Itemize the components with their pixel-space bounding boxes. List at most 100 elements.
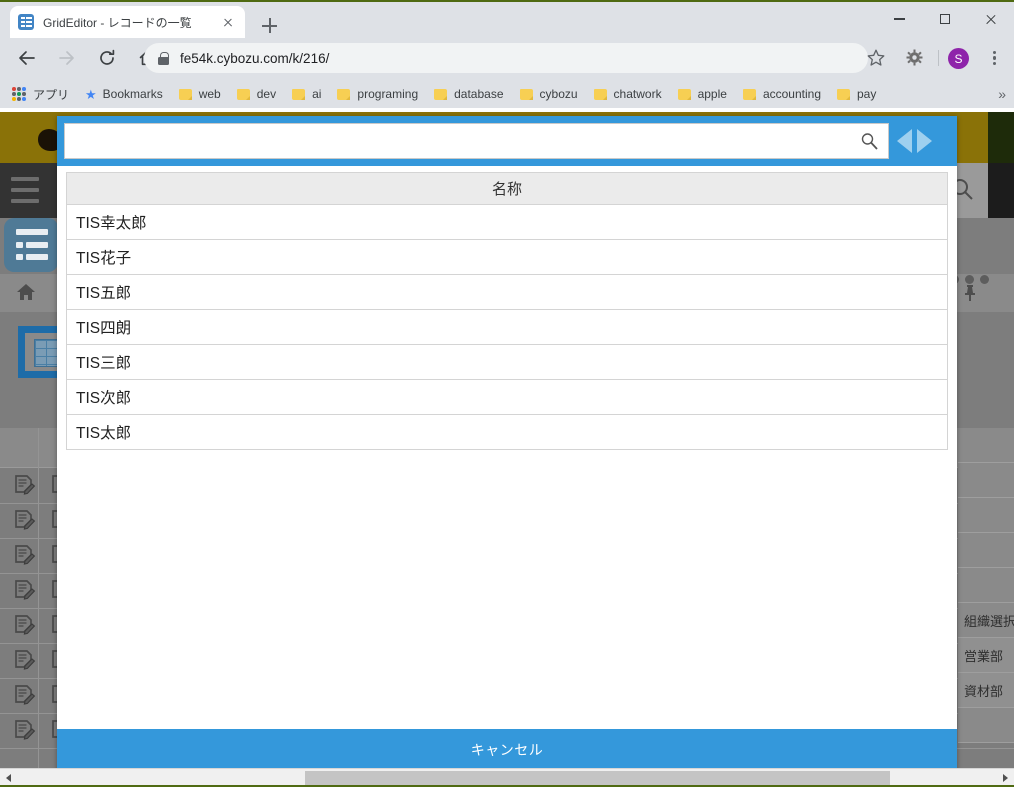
search-magnifier-icon[interactable] xyxy=(860,132,879,151)
cancel-button-label: キャンセル xyxy=(470,742,544,758)
avatar[interactable]: S xyxy=(948,48,969,69)
dialog-pager xyxy=(897,128,955,154)
folder-icon xyxy=(337,88,351,100)
pin-icon[interactable] xyxy=(962,284,978,302)
organization-cell[interactable]: 営業部 xyxy=(958,638,1014,673)
folder-icon xyxy=(292,88,306,100)
search-input-wrapper[interactable] xyxy=(64,123,889,159)
bookmark-item[interactable]: apple xyxy=(677,87,727,101)
edit-record-icon[interactable] xyxy=(12,684,36,708)
reload-icon[interactable] xyxy=(91,42,123,74)
record-list-item[interactable]: TIS幸太郎 xyxy=(66,205,948,240)
search-input[interactable] xyxy=(65,124,860,158)
tab-close-icon[interactable] xyxy=(219,13,237,31)
bookmark-label: programing xyxy=(357,87,419,101)
new-tab-button[interactable] xyxy=(256,14,284,38)
maximize-button[interactable] xyxy=(922,2,968,36)
tab-title: GridEditor - レコードの一覧 xyxy=(43,15,192,30)
bookmark-item[interactable]: database xyxy=(434,87,504,101)
record-list-item-label: TIS太郎 xyxy=(76,425,132,442)
header-right-block xyxy=(988,112,1014,163)
star-icon[interactable] xyxy=(866,48,886,68)
organization-cell-label: 資材部 xyxy=(964,683,1004,699)
record-list-item[interactable]: TIS五郎 xyxy=(66,275,948,310)
record-list-item[interactable]: TIS花子 xyxy=(66,240,948,275)
edit-record-icon[interactable] xyxy=(12,649,36,673)
bookmark-label: Bookmarks xyxy=(102,87,163,101)
kintone-app-icon[interactable] xyxy=(4,218,58,272)
bookmark-label: dev xyxy=(256,87,277,101)
bookmark-item[interactable]: accounting xyxy=(742,87,821,101)
edit-record-icon[interactable] xyxy=(12,544,36,568)
bookmark-label: ai xyxy=(312,87,322,101)
record-list-item-label: TIS幸太郎 xyxy=(76,215,147,232)
record-picker-dialog: 名称 TIS幸太郎 TIS花子 TIS五郎 TIS四朗 TIS三郎 TIS次郎 TIS太郎 … xyxy=(57,116,957,771)
bookmark-label: cybozu xyxy=(539,87,578,101)
folder-icon xyxy=(434,88,448,100)
organization-column-header: 組織選択 xyxy=(958,603,1014,638)
kebab-menu-icon[interactable] xyxy=(984,48,1004,68)
record-list-item-label: TIS三郎 xyxy=(76,355,132,372)
bookmark-item[interactable]: ★ Bookmarks xyxy=(85,87,163,101)
bookmark-label: web xyxy=(198,87,221,101)
avatar-initial: S xyxy=(954,51,963,66)
bookmarks-overflow-icon[interactable]: » xyxy=(998,86,1006,102)
apps-shortcut-label: アプリ xyxy=(33,87,70,102)
toolbar-divider xyxy=(938,50,939,66)
horizontal-scroll-thumb[interactable] xyxy=(305,771,890,786)
folder-icon xyxy=(236,88,250,100)
home-icon[interactable] xyxy=(16,283,36,301)
header-dark-block xyxy=(988,163,1014,218)
folder-icon xyxy=(178,88,192,100)
organization-column: 組織選択 営業部 資材部 xyxy=(958,428,1014,787)
back-arrow-icon[interactable] xyxy=(11,42,43,74)
edit-record-icon[interactable] xyxy=(12,719,36,743)
record-list-header: 名称 xyxy=(66,172,948,205)
record-list-item[interactable]: TIS太郎 xyxy=(66,415,948,450)
minimize-button[interactable] xyxy=(876,2,922,36)
apps-grid-icon xyxy=(12,87,26,101)
record-list: 名称 TIS幸太郎 TIS花子 TIS五郎 TIS四朗 TIS三郎 TIS次郎 TIS太郎 xyxy=(66,172,948,507)
prev-triangle-icon[interactable] xyxy=(897,129,912,153)
gear-icon[interactable] xyxy=(906,49,923,66)
organization-cell-label: 営業部 xyxy=(964,648,1004,664)
cancel-button[interactable]: キャンセル xyxy=(57,729,957,771)
browser-window: 組織選択 営業部 資材部 名称 TIS幸太郎 TIS花子 TIS五郎 TIS四朗… xyxy=(0,0,1014,787)
forward-arrow-icon[interactable] xyxy=(51,42,83,74)
bookmark-item[interactable]: ai xyxy=(292,87,321,101)
bookmark-label: pay xyxy=(857,87,877,101)
apps-shortcut[interactable]: アプリ xyxy=(12,86,69,103)
bookmarks-bar: アプリ ★ Bookmarks web dev ai programing database… xyxy=(0,80,1014,108)
bookmark-item[interactable]: web xyxy=(178,87,221,101)
lock-icon xyxy=(158,51,169,65)
bookmark-label: database xyxy=(454,87,504,101)
browser-tab[interactable]: GridEditor - レコードの一覧 xyxy=(10,6,245,38)
dialog-search-bar xyxy=(57,116,957,166)
record-list-item[interactable]: TIS次郎 xyxy=(66,380,948,415)
bookmark-label: chatwork xyxy=(613,87,662,101)
browser-toolbar: fe54k.cybozu.com/k/216/ S xyxy=(0,36,1014,80)
organization-header-label: 組織選択 xyxy=(964,613,1014,629)
record-list-item[interactable]: TIS四朗 xyxy=(66,310,948,345)
bookmark-item[interactable]: dev xyxy=(236,87,277,101)
record-list-item-label: TIS四朗 xyxy=(76,320,132,337)
organization-cell[interactable]: 資材部 xyxy=(958,673,1014,708)
edit-record-icon[interactable] xyxy=(12,614,36,638)
address-bar[interactable]: fe54k.cybozu.com/k/216/ xyxy=(144,43,868,73)
bookmark-item[interactable]: programing xyxy=(337,87,418,101)
edit-record-icon[interactable] xyxy=(12,579,36,603)
bookmark-item[interactable]: cybozu xyxy=(519,87,578,101)
bookmark-item[interactable]: chatwork xyxy=(593,87,662,101)
record-list-item-label: TIS五郎 xyxy=(76,285,132,302)
folder-icon xyxy=(593,88,607,100)
record-list-item[interactable]: TIS三郎 xyxy=(66,345,948,380)
edit-record-icon[interactable] xyxy=(12,474,36,498)
record-list-header-label: 名称 xyxy=(491,181,522,198)
next-triangle-icon[interactable] xyxy=(917,129,932,153)
browser-chrome: GridEditor - レコードの一覧 fe54k.cybozu.com/k/… xyxy=(0,0,1014,108)
record-list-item-label: TIS花子 xyxy=(76,250,132,267)
edit-record-icon[interactable] xyxy=(12,509,36,533)
bookmark-item[interactable]: pay xyxy=(837,87,876,101)
close-button[interactable] xyxy=(968,2,1014,36)
hamburger-menu-icon[interactable] xyxy=(0,163,61,218)
